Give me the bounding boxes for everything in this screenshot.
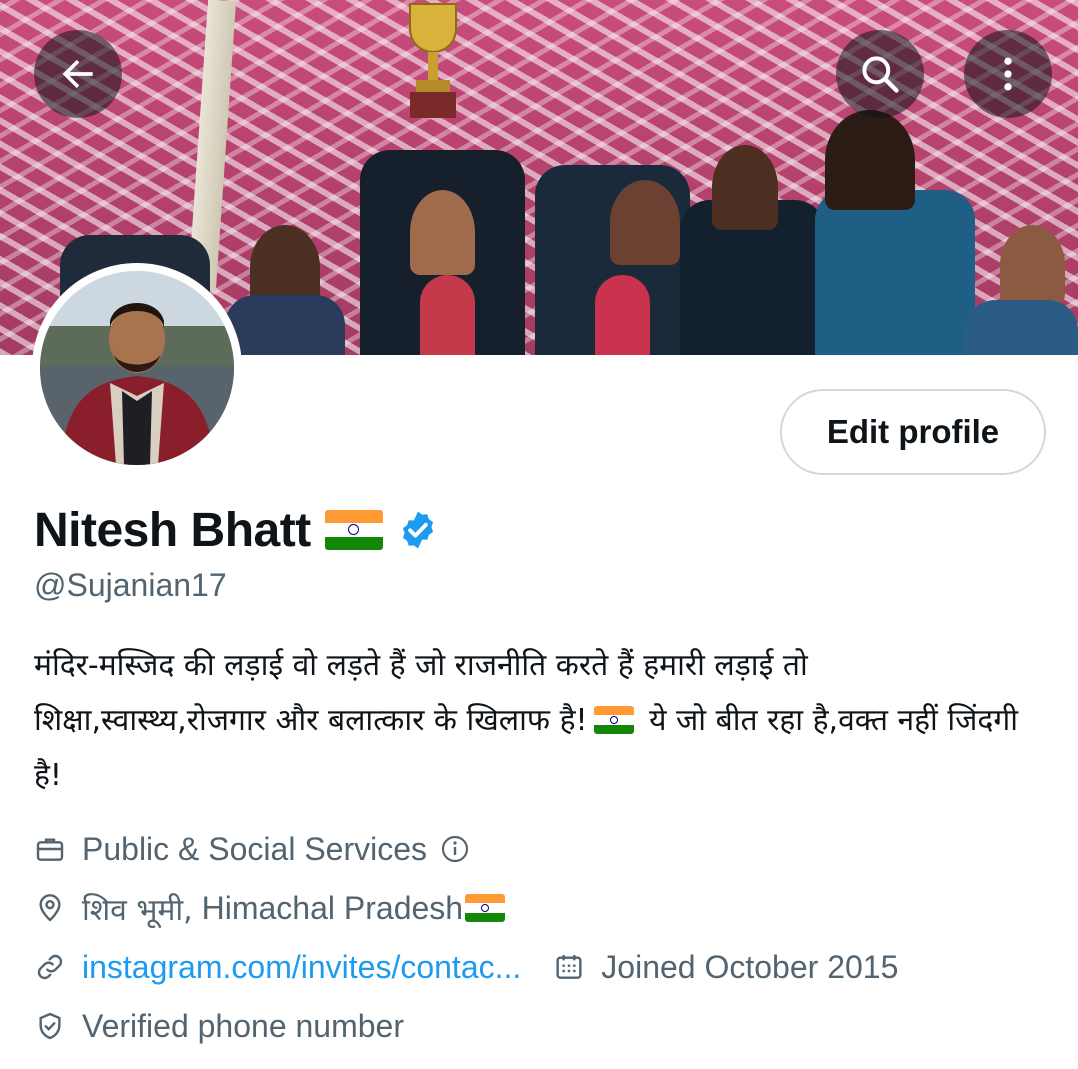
joined-date: Joined October 2015 [601,948,899,985]
location-english: Himachal Pradesh [192,889,464,926]
shield-check-icon [39,1012,61,1040]
more-options-button[interactable] [964,30,1052,118]
india-flag-icon [465,894,506,922]
profile-name-row: Nitesh Bhatt [34,500,439,560]
profile-location: शिव भूमी, Himachal Pradesh [34,883,506,933]
back-button[interactable] [34,30,122,118]
profile-bio: मंदिर-मस्जिद की लड़ाई वो लड़ते हैं जो रा… [34,638,1044,803]
verified-badge-icon [402,511,433,549]
edit-profile-button[interactable]: Edit profile [780,389,1046,475]
avatar-photo [40,271,234,465]
banner-figure [420,275,475,355]
search-button[interactable] [836,30,924,118]
search-icon [862,56,899,93]
profile-category: Public & Social Services [34,824,471,874]
banner-figure [815,190,975,355]
banner-figure [712,145,778,230]
banner-figure [1000,225,1065,305]
profile-avatar[interactable] [32,263,242,473]
more-vertical-icon [1004,57,1012,91]
link-icon [37,954,63,980]
profile-verified-phone: Verified phone number [34,1001,404,1051]
banner-figure [610,180,680,265]
banner-figure [825,110,915,210]
profile-name: Nitesh Bhatt [34,503,311,557]
profile-link-row: instagram.com/invites/contac... Joined O… [34,942,898,992]
briefcase-icon [36,838,64,861]
banner-figure [965,300,1078,355]
info-icon[interactable] [439,833,471,865]
category-label: Public & Social Services [82,830,428,867]
banner-figure [595,275,650,355]
website-link[interactable]: instagram.com/invites/contac... [82,949,521,986]
india-flag-icon [324,510,383,550]
profile-handle: @Sujanian17 [34,567,227,603]
calendar-icon [556,955,582,979]
location-hindi: शिव भूमी, [82,892,193,928]
location-pin-icon [39,894,61,922]
trophy-icon [409,3,457,118]
arrow-left-icon [62,59,93,89]
verified-phone-label: Verified phone number [82,1007,404,1044]
india-flag-icon [593,706,634,734]
banner-figure [410,190,475,275]
banner-figure [225,295,345,355]
